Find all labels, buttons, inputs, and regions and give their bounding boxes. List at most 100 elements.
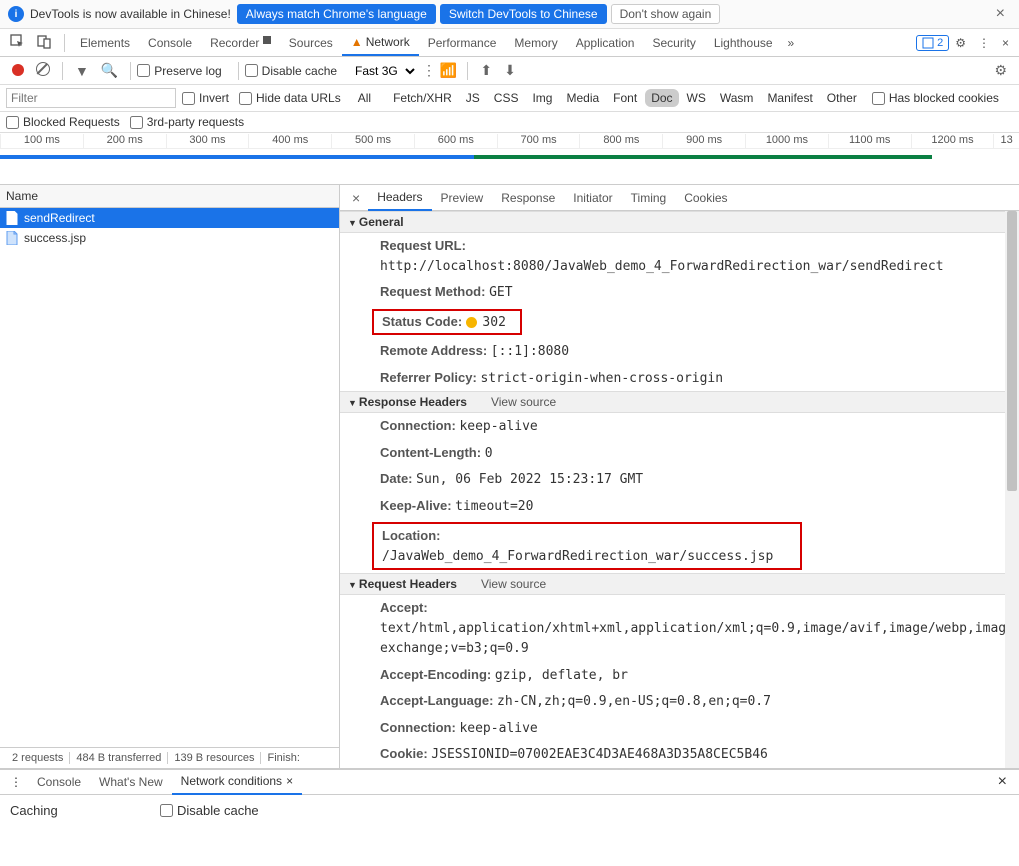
third-party-checkbox[interactable]: 3rd-party requests <box>130 115 244 129</box>
request-row-success[interactable]: success.jsp <box>0 228 339 248</box>
filter-manifest[interactable]: Manifest <box>761 89 818 107</box>
resp-content-length: Content-Length: 0 <box>340 440 1019 467</box>
settings-gear-icon[interactable]: ⚙ <box>949 32 972 54</box>
tab-preview[interactable]: Preview <box>432 186 493 210</box>
network-timeline[interactable]: 100 ms200 ms300 ms400 ms500 ms600 ms700 … <box>0 133 1019 185</box>
tab-security[interactable]: Security <box>643 31 704 55</box>
record-button[interactable] <box>6 63 30 79</box>
tab-console[interactable]: Console <box>139 31 201 55</box>
filter-icon[interactable]: ▼ <box>69 63 95 79</box>
scrollbar[interactable] <box>1005 211 1019 768</box>
filter-img[interactable]: Img <box>526 89 558 107</box>
tab-initiator[interactable]: Initiator <box>564 186 621 210</box>
close-devtools-icon[interactable]: × <box>996 32 1015 54</box>
tab-elements[interactable]: Elements <box>71 31 139 55</box>
disable-cache-checkbox[interactable]: Disable cache <box>245 64 337 78</box>
close-drawer-icon[interactable]: × <box>990 769 1015 795</box>
general-request-method: Request Method: GET <box>340 279 1019 306</box>
close-detail-icon[interactable]: × <box>344 190 368 206</box>
warning-icon: ▲ <box>351 35 363 49</box>
timeline-bar-2 <box>474 155 933 159</box>
filter-input[interactable] <box>6 88 176 108</box>
general-referrer-policy: Referrer Policy: strict-origin-when-cros… <box>340 365 1019 392</box>
blocked-cookies-checkbox[interactable]: Has blocked cookies <box>872 91 999 105</box>
status-finish: Finish: <box>261 752 305 764</box>
invert-checkbox[interactable]: Invert <box>182 91 229 105</box>
resp-keep-alive: Keep-Alive: timeout=20 <box>340 493 1019 520</box>
hide-data-urls-checkbox[interactable]: Hide data URLs <box>239 91 341 105</box>
tab-application[interactable]: Application <box>567 31 644 55</box>
section-general[interactable]: ▼General <box>340 211 1019 233</box>
tab-sources[interactable]: Sources <box>280 31 342 55</box>
upload-har-icon[interactable]: ⬆ <box>474 62 498 79</box>
request-row-sendredirect[interactable]: sendRedirect <box>0 208 339 228</box>
filter-ws[interactable]: WS <box>681 89 712 107</box>
tab-performance[interactable]: Performance <box>419 31 506 55</box>
drawer-tab-whatsnew[interactable]: What's New <box>90 770 172 794</box>
tab-network[interactable]: ▲Network <box>342 30 419 56</box>
drawer-tabs: ⋮ Console What's New Network conditions×… <box>0 769 1019 795</box>
section-response-headers[interactable]: ▼Response HeadersView source <box>340 391 1019 413</box>
resp-connection: Connection: keep-alive <box>340 413 1019 440</box>
match-language-button[interactable]: Always match Chrome's language <box>237 4 436 24</box>
filter-other[interactable]: Other <box>821 89 863 107</box>
req-cookie: Cookie: JSESSIONID=07002EAE3C4D3AE468A3D… <box>340 741 1019 768</box>
kebab-menu-icon[interactable]: ⋮ <box>972 32 996 54</box>
tab-recorder[interactable]: Recorder <box>201 31 280 55</box>
drawer-tab-console[interactable]: Console <box>28 770 90 794</box>
timeline-bar-1 <box>0 155 479 159</box>
status-dot-icon <box>466 317 477 328</box>
drawer-menu-icon[interactable]: ⋮ <box>4 771 28 793</box>
general-remote-address: Remote Address: [::1]:8080 <box>340 338 1019 365</box>
filter-js[interactable]: JS <box>460 89 486 107</box>
section-request-headers[interactable]: ▼Request HeadersView source <box>340 573 1019 595</box>
clear-button[interactable] <box>30 62 56 79</box>
network-settings-icon[interactable]: ⚙ <box>988 62 1013 79</box>
view-source-link[interactable]: View source <box>491 395 556 409</box>
blocked-requests-checkbox[interactable]: Blocked Requests <box>6 115 120 129</box>
tab-cookies[interactable]: Cookies <box>675 186 736 210</box>
main-tabs: Elements Console Recorder Sources ▲Netwo… <box>0 29 1019 57</box>
caching-label: Caching <box>10 803 160 818</box>
tab-lighthouse[interactable]: Lighthouse <box>705 31 782 55</box>
more-tabs-icon[interactable]: » <box>782 32 801 54</box>
info-icon: i <box>8 6 24 22</box>
download-har-icon[interactable]: ⬇ <box>498 62 522 79</box>
req-accept: Accept: text/html,application/xhtml+xml,… <box>340 595 1019 662</box>
switch-language-button[interactable]: Switch DevTools to Chinese <box>440 4 607 24</box>
drawer-tab-network-conditions[interactable]: Network conditions× <box>172 769 302 795</box>
document-icon <box>6 211 18 225</box>
close-tab-icon[interactable]: × <box>286 774 293 788</box>
tab-response[interactable]: Response <box>492 186 564 210</box>
filter-bar-2: Blocked Requests 3rd-party requests <box>0 112 1019 133</box>
dont-show-button[interactable]: Don't show again <box>611 4 721 24</box>
issues-badge[interactable]: 2 <box>916 35 949 51</box>
tab-headers[interactable]: Headers <box>368 185 431 211</box>
filter-media[interactable]: Media <box>560 89 605 107</box>
network-toolbar: ▼ 🔍 Preserve log Disable cache Fast 3G ⋮… <box>0 57 1019 85</box>
filter-doc[interactable]: Doc <box>645 89 678 107</box>
document-icon <box>6 231 18 245</box>
status-transferred: 484 B transferred <box>70 752 168 764</box>
throttling-select[interactable]: Fast 3G <box>347 61 418 81</box>
preserve-log-checkbox[interactable]: Preserve log <box>137 64 221 78</box>
search-icon[interactable]: 🔍 <box>95 62 124 79</box>
req-host: Host: localhost:8080 <box>340 768 1019 769</box>
filter-wasm[interactable]: Wasm <box>714 89 760 107</box>
filter-font[interactable]: Font <box>607 89 643 107</box>
resp-date: Date: Sun, 06 Feb 2022 15:23:17 GMT <box>340 466 1019 493</box>
drawer-disable-cache-checkbox[interactable]: Disable cache <box>160 803 259 818</box>
filter-all[interactable]: All <box>352 89 377 107</box>
filter-fetch[interactable]: Fetch/XHR <box>387 89 458 107</box>
inspect-icon[interactable] <box>4 30 31 56</box>
filter-css[interactable]: CSS <box>488 89 525 107</box>
request-list: Name sendRedirect success.jsp 2 requests… <box>0 185 340 768</box>
view-source-link[interactable]: View source <box>481 577 546 591</box>
close-icon[interactable]: × <box>990 5 1011 23</box>
general-request-url: Request URL: http://localhost:8080/JavaW… <box>340 233 1019 279</box>
tab-timing[interactable]: Timing <box>622 186 676 210</box>
wifi-icon[interactable]: ⋮ 📶 <box>418 62 461 79</box>
name-column-header[interactable]: Name <box>0 185 339 208</box>
tab-memory[interactable]: Memory <box>505 31 566 55</box>
device-toggle-icon[interactable] <box>31 30 58 56</box>
